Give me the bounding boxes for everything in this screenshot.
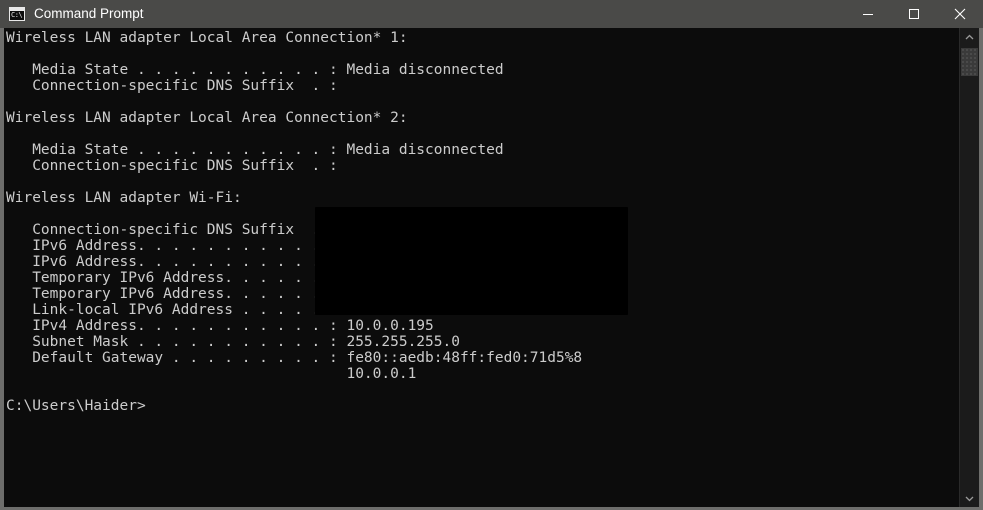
window-body: Wireless LAN adapter Local Area Connecti… <box>0 28 983 507</box>
redaction-overlay <box>315 207 628 315</box>
command-prompt-window: C:\ Command Prompt Wireless LAN adapter … <box>0 0 983 510</box>
title-bar-left: C:\ Command Prompt <box>0 0 845 28</box>
scroll-up-icon[interactable] <box>960 28 979 46</box>
console-output-area[interactable]: Wireless LAN adapter Local Area Connecti… <box>4 28 959 507</box>
window-controls <box>845 0 983 28</box>
scrollbar-thumb[interactable] <box>961 48 978 76</box>
close-button[interactable] <box>937 0 983 28</box>
minimize-button[interactable] <box>845 0 891 28</box>
cmd-icon: C:\ <box>9 7 25 21</box>
window-right-border <box>979 28 983 507</box>
window-title: Command Prompt <box>34 6 144 21</box>
cmd-icon-glyph: C:\ <box>11 11 23 19</box>
scroll-down-icon[interactable] <box>960 489 979 507</box>
maximize-button[interactable] <box>891 0 937 28</box>
title-bar[interactable]: C:\ Command Prompt <box>0 0 983 28</box>
scrollbar-track[interactable] <box>960 46 979 489</box>
console-scrollbar[interactable] <box>959 28 979 507</box>
